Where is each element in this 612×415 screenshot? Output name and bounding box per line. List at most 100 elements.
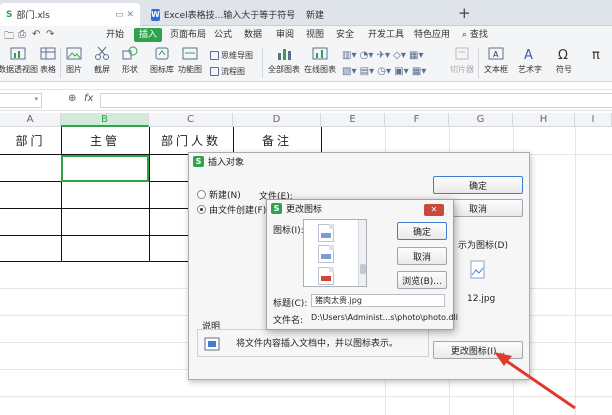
name-box[interactable]: ▾ — [0, 93, 42, 108]
table-border — [61, 127, 62, 262]
zoom-icon[interactable]: ⊕ — [68, 93, 76, 104]
table-button[interactable]: 表格 — [40, 46, 56, 75]
change-icon-dialog: S 更改图标 图标(I): 确定 取消 浏览(B)... 标题(C): 猪肉太贵… — [266, 199, 458, 330]
menu-page-layout[interactable]: 页面布局 — [170, 28, 206, 42]
radio-icon — [197, 205, 206, 214]
table-label: 表格 — [40, 65, 56, 74]
symbol-button[interactable]: Ω 符号 — [556, 46, 572, 75]
pi-icon: π — [592, 48, 600, 61]
radio-new-label: 新建(N) — [209, 191, 241, 201]
cell-c1[interactable]: 部门人数 — [149, 127, 233, 154]
shape-icon — [122, 46, 138, 60]
radio-icon — [197, 190, 206, 199]
menu-formula[interactable]: 公式 — [214, 28, 232, 42]
tab-new[interactable]: 新建 — [300, 3, 450, 26]
column-header-b[interactable]: B — [61, 113, 149, 127]
radio-new[interactable]: 新建(N) — [197, 188, 241, 201]
menu-data[interactable]: 数据 — [244, 28, 262, 42]
object-icon — [204, 337, 220, 351]
scroll-thumb[interactable] — [360, 264, 366, 274]
icon-list[interactable] — [303, 219, 367, 287]
search-field[interactable]: ⌕ 查找 — [462, 28, 488, 42]
all-charts-button[interactable]: 全部图表 — [268, 46, 300, 75]
flowchart-button[interactable]: 流程图 — [210, 66, 245, 77]
online-charts-button[interactable]: 在线图表 — [304, 46, 336, 75]
function-chart-label: 功能图 — [178, 65, 202, 74]
cell-b1[interactable]: 主管 — [61, 127, 149, 154]
icon-caption: 12.jpg — [467, 294, 496, 304]
column-header-e[interactable]: E — [321, 113, 385, 127]
menu-security[interactable]: 安全 — [336, 28, 354, 42]
ok-button[interactable]: 确定 — [397, 222, 447, 240]
search-icon: ⌕ — [462, 30, 468, 40]
menu-home[interactable]: 开始 — [106, 28, 124, 42]
flowchart-label: 流程图 — [221, 67, 245, 76]
cancel-button[interactable]: 取消 — [397, 247, 447, 265]
icon-library-label: 图标库 — [150, 65, 174, 74]
menu-developer[interactable]: 开发工具 — [368, 28, 404, 42]
function-chart-button[interactable]: 功能图 — [178, 46, 202, 75]
doc-icon[interactable] — [318, 224, 334, 242]
mindmap-button[interactable]: 思维导图 — [210, 50, 253, 61]
caption-label: 标题(C): — [273, 299, 308, 309]
formula-input[interactable] — [100, 93, 612, 108]
tab-excel-tips[interactable]: W Excel表格技...输入大于等于符号 ▭ — [145, 3, 295, 26]
table-icon — [40, 47, 56, 60]
column-header-h[interactable]: H — [513, 113, 575, 127]
slicer-label: 切片器 — [450, 65, 474, 74]
column-header-f[interactable]: F — [385, 113, 449, 127]
pivot-chart-button[interactable]: 数据透视图 — [0, 46, 38, 75]
column-header-c[interactable]: C — [149, 113, 233, 127]
undo-icon[interactable]: ↶ — [32, 29, 40, 40]
ok-button[interactable]: 确定 — [433, 176, 523, 194]
function-chart-icon — [182, 47, 198, 60]
radio-from-file[interactable]: 由文件创建(F) — [197, 203, 266, 216]
screenshot-button[interactable]: 截屏 — [94, 46, 110, 75]
icon-list-scrollbar[interactable] — [358, 220, 366, 286]
art-text-label: 艺术字 — [518, 65, 542, 74]
text-box-button[interactable]: A 文本框 — [484, 46, 508, 75]
shape-label: 形状 — [122, 65, 138, 74]
doc-icon[interactable] — [318, 245, 334, 263]
redo-icon[interactable]: ↷ — [46, 29, 54, 40]
cell-a1[interactable]: 部门 — [0, 127, 61, 154]
browse-button[interactable]: 浏览(B)... — [397, 271, 447, 289]
print-icon[interactable]: ⎙ — [18, 29, 26, 40]
menu-special[interactable]: 特色应用 — [414, 28, 450, 42]
icon-library-button[interactable]: 图标库 — [150, 46, 174, 75]
display-as-icon-label[interactable]: 示为图标(D) — [458, 238, 508, 251]
tab-department-xls[interactable]: S 部门.xls ▭ ✕ — [0, 3, 140, 26]
explain-text: 将文件内容插入文档中，并以图标表示。 — [236, 339, 399, 349]
art-text-button[interactable]: A 艺术字 — [518, 46, 542, 75]
slicer-button: 切片器 — [450, 46, 474, 75]
flowchart-icon — [210, 67, 219, 76]
pivot-chart-icon — [10, 47, 26, 60]
dialog-title-bar: S 插入对象 — [189, 153, 529, 170]
picture-button[interactable]: 图片 — [66, 46, 82, 75]
column-header-g[interactable]: G — [449, 113, 513, 127]
tab-title: 新建 — [306, 11, 325, 21]
cell-d1[interactable]: 备注 — [233, 127, 321, 154]
mindmap-label: 思维导图 — [221, 51, 253, 60]
chart-type-row-1[interactable]: ▥▾ ◔▾ ✈▾ ◇▾ ▦▾ — [342, 50, 424, 61]
column-header-row: A B C D E F G H I — [0, 113, 612, 127]
caption-input[interactable]: 猪肉太贵.jpg — [311, 294, 445, 307]
screenshot-label: 截屏 — [94, 65, 110, 74]
menu-insert[interactable]: 插入 — [134, 28, 163, 42]
column-header-a[interactable]: A — [0, 113, 61, 127]
column-header-i[interactable]: I — [575, 113, 612, 127]
slicer-icon — [455, 47, 469, 60]
menu-review[interactable]: 审阅 — [276, 28, 294, 42]
menu-view[interactable]: 视图 — [306, 28, 324, 42]
tab-controls[interactable]: ▭ ✕ — [115, 10, 134, 20]
selected-cell-b2[interactable] — [61, 155, 149, 182]
close-icon[interactable]: ✕ — [424, 204, 444, 216]
shape-button[interactable]: 形状 — [122, 46, 138, 75]
column-header-d[interactable]: D — [233, 113, 321, 127]
chart-type-row-2[interactable]: ▧▾ ▤▾ ◷▾ ▣▾ ▦▾ — [342, 66, 426, 77]
formula-symbol-button[interactable]: π — [590, 46, 606, 64]
image-doc-icon[interactable] — [318, 267, 334, 285]
fx-icon[interactable]: fx — [84, 93, 93, 104]
add-tab-icon[interactable]: + — [458, 4, 471, 22]
writer-icon: W — [151, 8, 160, 21]
